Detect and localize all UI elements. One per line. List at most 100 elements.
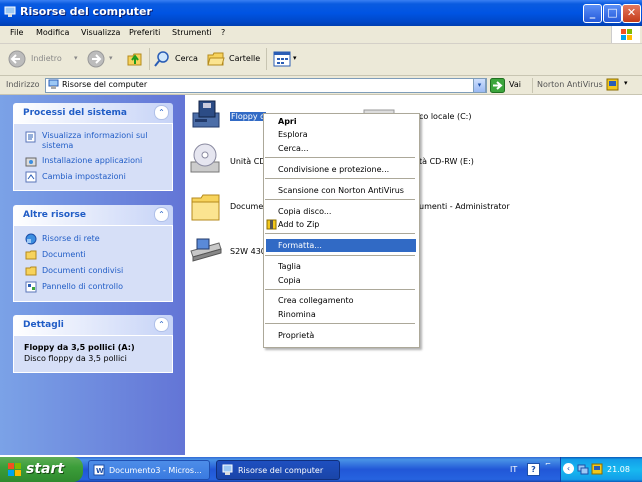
ctx-copy-disk[interactable]: Copia disco... [278, 207, 331, 216]
norton-dropdown-icon[interactable]: ▾ [624, 79, 628, 87]
change-settings-link[interactable]: Cambia impostazioni [42, 172, 126, 181]
views-icon [273, 51, 291, 67]
search-label: Cerca [175, 54, 198, 63]
local-disk-label[interactable]: co locale (C:) [419, 112, 471, 121]
collapse-chevron-icon[interactable]: ⌃ [154, 105, 169, 120]
system-tasks-header[interactable]: Processi del sistema ⌃ [13, 103, 173, 123]
forward-dropdown-icon: ▾ [109, 54, 113, 62]
address-label: Indirizzo [6, 80, 40, 89]
other-places-header[interactable]: Altre risorse ⌃ [13, 205, 173, 225]
back-dropdown-icon: ▾ [74, 54, 78, 62]
system-tasks-title: Processi del sistema [23, 108, 128, 118]
change-settings-icon [25, 171, 37, 183]
ctx-open[interactable]: Apri [278, 117, 297, 126]
scanner-icon[interactable] [189, 235, 223, 265]
details-item-name: Floppy da 3,5 pollici (A:) [24, 343, 135, 352]
details-item-desc: Disco floppy da 3,5 pollici [24, 354, 127, 363]
cd-drive-label[interactable]: Unità CD [230, 157, 265, 166]
language-indicator[interactable]: IT [510, 465, 517, 474]
ctx-separator [265, 178, 415, 179]
ctx-separator [265, 289, 415, 290]
views-dropdown-icon: ▾ [293, 54, 297, 62]
ctx-format[interactable]: Formatta... [278, 241, 322, 250]
ctx-separator [265, 233, 415, 234]
windows-logo-icon [611, 26, 640, 43]
toolbar-separator-3 [532, 78, 533, 93]
up-folder-icon [127, 53, 142, 66]
ctx-search[interactable]: Cerca... [278, 144, 309, 153]
ctx-separator [265, 323, 415, 324]
menu-help[interactable]: ? [221, 28, 225, 37]
go-button[interactable]: Vai [490, 78, 530, 93]
cdrw-drive-label[interactable]: tà CD-RW (E:) [419, 157, 474, 166]
go-arrow-icon [490, 78, 505, 93]
control-panel-icon [25, 281, 37, 293]
menu-file[interactable]: File [10, 28, 23, 37]
documents-folder-icon [25, 249, 37, 261]
collapse-chevron-icon[interactable]: ⌃ [154, 207, 169, 222]
ctx-norton-scan[interactable]: Scansione con Norton AntiVirus [278, 186, 404, 195]
minimize-button[interactable]: _ [583, 4, 602, 23]
documents-link[interactable]: Documenti [42, 250, 86, 259]
system-info-link[interactable]: Visualizza informazioni sul sistema [42, 131, 167, 151]
menu-modifica[interactable]: Modifica [36, 28, 69, 37]
norton-label[interactable]: Norton AntiVirus [537, 80, 603, 89]
address-dropdown-button[interactable]: ▾ [473, 78, 486, 93]
admin-documents-label[interactable]: umenti - Administrator [419, 202, 510, 211]
cd-drive-icon[interactable] [189, 142, 223, 176]
window-title: Risorse del computer [20, 5, 152, 18]
ctx-explore[interactable]: Esplora [278, 130, 308, 139]
network-tray-icon[interactable] [577, 463, 589, 475]
close-button[interactable]: ✕ [622, 4, 641, 23]
tray-expand-icon[interactable]: ‹ [563, 463, 574, 474]
window-app-icon[interactable] [4, 6, 16, 18]
word-doc-icon: W [93, 464, 105, 476]
zip-icon [266, 219, 277, 230]
menu-strumenti[interactable]: Strumenti [172, 28, 212, 37]
install-apps-icon [25, 155, 37, 167]
taskbar-word-button[interactable]: W Documento3 - Micros... [88, 460, 210, 480]
ctx-cut[interactable]: Taglia [278, 262, 301, 271]
views-button[interactable]: ▾ [272, 48, 302, 70]
ctx-create-shortcut[interactable]: Crea collegamento [278, 296, 354, 305]
computer-small-icon [48, 79, 59, 90]
ctx-rename[interactable]: Rinomina [278, 310, 316, 319]
network-icon [25, 233, 37, 245]
back-button[interactable]: Indietro ▾ [6, 48, 81, 70]
ctx-add-to-zip[interactable]: Add to Zip [278, 220, 319, 229]
folders-button[interactable]: Cartelle [206, 48, 262, 70]
details-header[interactable]: Dettagli ⌃ [13, 315, 173, 335]
scanner-label[interactable]: S2W 430 [230, 247, 266, 256]
shared-documents-link[interactable]: Documenti condivisi [42, 266, 123, 275]
install-apps-link[interactable]: Installazione applicazioni [42, 156, 142, 165]
ctx-copy[interactable]: Copia [278, 276, 301, 285]
control-panel-link[interactable]: Pannello di controllo [42, 282, 123, 291]
taskbar-explorer-button[interactable]: Risorse del computer [216, 460, 340, 480]
collapse-chevron-icon[interactable]: ⌃ [154, 317, 169, 332]
network-link[interactable]: Risorse di rete [42, 234, 100, 243]
menu-preferiti[interactable]: Preferiti [129, 28, 160, 37]
menu-visualizza[interactable]: Visualizza [81, 28, 120, 37]
documents-folder-large-icon[interactable] [189, 190, 223, 224]
forward-arrow-icon [87, 50, 105, 68]
forward-button[interactable]: ▾ [85, 48, 120, 70]
floppy-drive-label[interactable]: Floppy d [230, 112, 267, 121]
toolbar-separator [149, 48, 150, 70]
address-value[interactable]: Risorse del computer [62, 80, 147, 89]
taskbar-word-label: Documento3 - Micros... [109, 466, 202, 475]
norton-icon[interactable] [606, 78, 619, 91]
maximize-button[interactable]: □ [603, 4, 622, 23]
system-info-icon [25, 131, 37, 143]
ctx-properties[interactable]: Proprietà [278, 331, 314, 340]
help-icon[interactable]: ? [527, 463, 540, 476]
ctx-separator [265, 199, 415, 200]
search-button[interactable]: Cerca [152, 48, 202, 70]
clock[interactable]: 21.08 [607, 465, 630, 474]
language-bar-icon[interactable]: ⌐ [545, 460, 554, 470]
shared-docs-folder-icon [25, 265, 37, 277]
ctx-sharing[interactable]: Condivisione e protezione... [278, 165, 389, 174]
up-folder-button[interactable] [124, 48, 146, 70]
floppy-drive-icon[interactable] [189, 99, 223, 133]
norton-tray-icon[interactable] [591, 463, 603, 475]
go-label: Vai [509, 80, 521, 89]
